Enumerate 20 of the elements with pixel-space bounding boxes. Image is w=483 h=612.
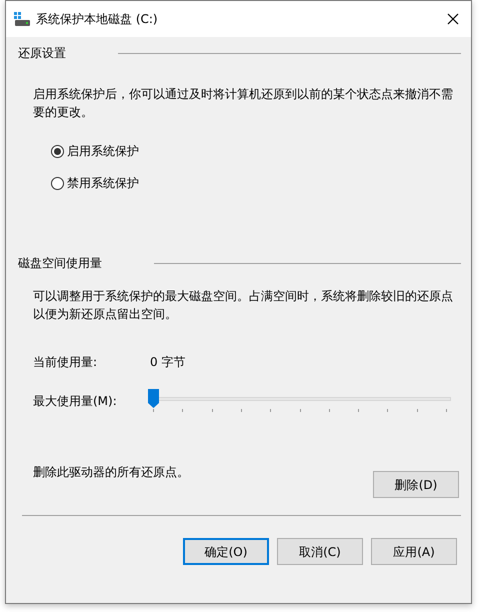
dialog-button[interactable]: 应用(A): [371, 538, 457, 565]
delete-description: 删除此驱动器的所有还原点。: [33, 464, 190, 481]
close-icon[interactable]: [447, 13, 459, 25]
dialog-button[interactable]: 取消(C): [277, 538, 363, 565]
slider-thumb[interactable]: [148, 389, 159, 408]
drive-icon: [14, 12, 30, 26]
radio-button[interactable]: [51, 144, 64, 158]
description-text: 启用系统保护后，你可以通过及时将计算机还原到以前的某个状态点来撤消不需要的更改。: [32, 86, 454, 121]
section-heading: 还原设置: [18, 45, 66, 62]
description-text: 可以调整用于系统保护的最大磁盘空间。占满空间时，系统将删除较旧的还原点以便为新还原点留出空间。: [32, 288, 454, 323]
dialog-button[interactable]: 确定(O): [183, 538, 269, 565]
delete-button[interactable]: 删除(D): [373, 471, 459, 498]
radio-label[interactable]: 启用系统保护: [67, 142, 139, 160]
field-label: 最大使用量(M):: [33, 393, 118, 410]
field-label: 当前使用量:: [33, 354, 98, 371]
window-title: 系统保护本地磁盘 (C:): [36, 11, 159, 28]
section-heading: 磁盘空间使用量: [18, 255, 102, 272]
radio-button[interactable]: [51, 176, 64, 190]
radio-label[interactable]: 禁用系统保护: [67, 174, 139, 192]
usage-value: 0 字节: [150, 354, 186, 371]
